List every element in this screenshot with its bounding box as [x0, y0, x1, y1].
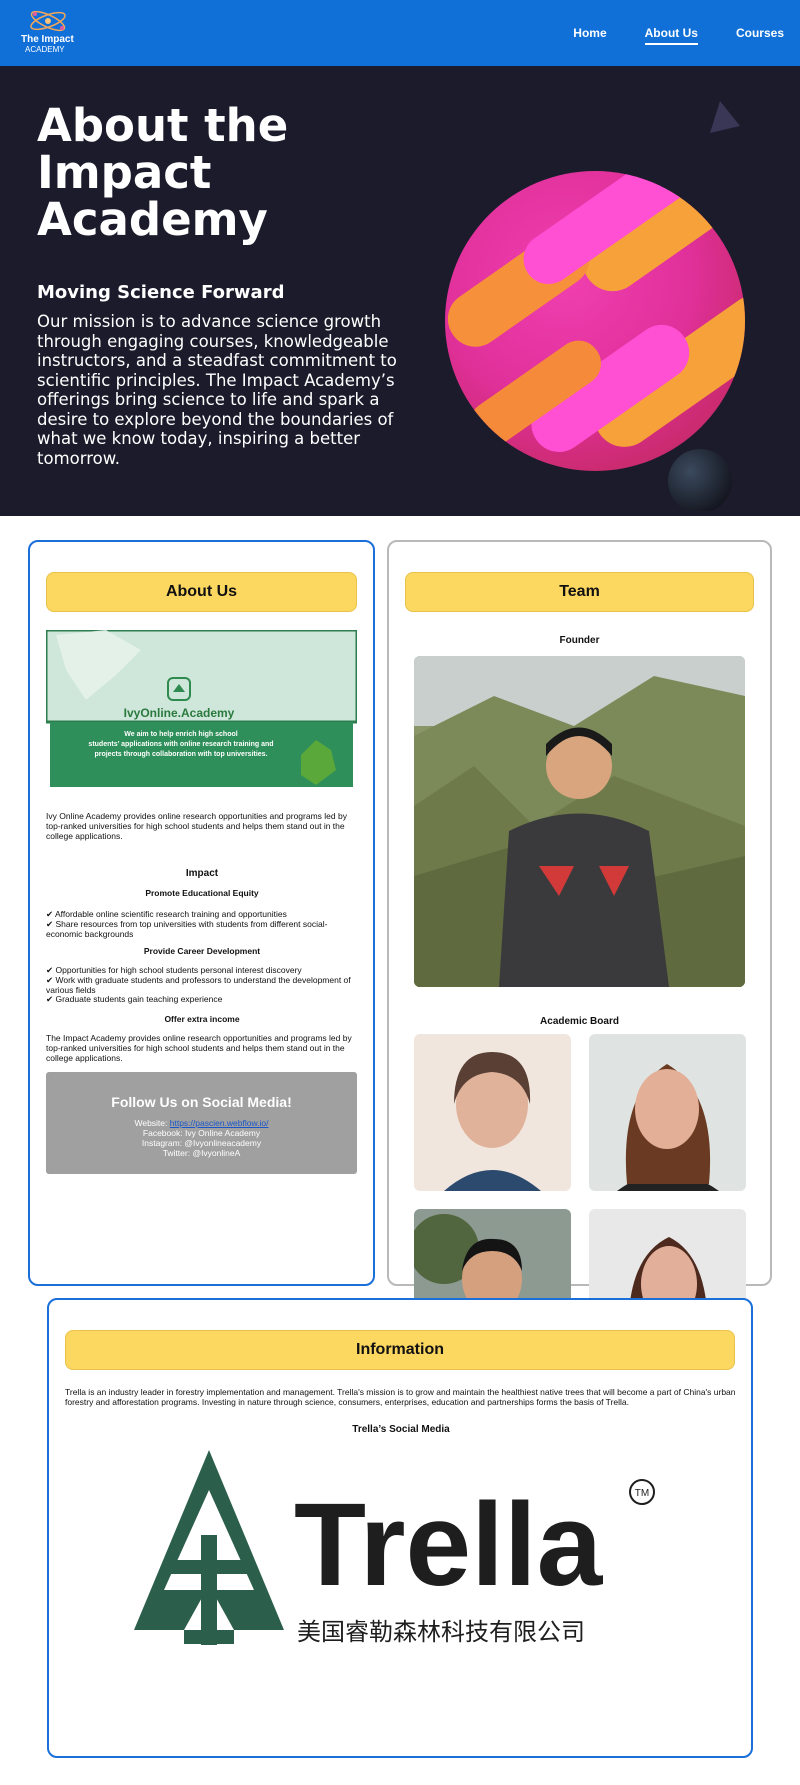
logo-icon	[30, 10, 66, 32]
list-item: ✔ Work with graduate students and profes…	[46, 974, 351, 995]
site-logo[interactable]: The Impact ACADEMY	[18, 8, 78, 56]
team-card: Team Founder Academic Board	[387, 540, 772, 1366]
list-item: ✔ Graduate students gain teaching experi…	[46, 994, 223, 1005]
logo-text-line1: The Impact	[21, 34, 74, 45]
website-line: Website: https://pascien.webflow.io/	[46, 1118, 357, 1128]
about-us-heading: About Us	[46, 572, 357, 612]
about-us-card: About Us IvyOnline.Academy We aim to hel…	[28, 540, 375, 1286]
banner-text-line: students’ applications with online resea…	[88, 741, 273, 748]
nav-link-about-us[interactable]: About Us	[644, 26, 698, 45]
equity-heading: Promote Educational Equity	[145, 888, 259, 898]
social-media-box: Follow Us on Social Media! Website: http…	[46, 1072, 357, 1174]
hero-mission-text: Our mission is to advance science growth…	[37, 312, 397, 468]
list-item: ✔ Share resources from top universities …	[46, 918, 328, 939]
founder-label: Founder	[559, 635, 600, 646]
trella-social-heading: Trella’s Social Media	[352, 1424, 450, 1435]
trella-logo-word: Trella	[294, 1479, 604, 1611]
banner-text-line: projects through collaboration with top …	[94, 751, 267, 758]
hero-title: About the Impact Academy	[37, 99, 289, 246]
about-intro-text: Ivy Online Academy provides online resea…	[46, 811, 347, 841]
board-member-photo-1	[414, 1034, 571, 1191]
website-label: Website:	[134, 1118, 170, 1128]
banner-text-line: We aim to help enrich high school	[124, 731, 237, 738]
website-link[interactable]: https://pascien.webflow.io/	[170, 1118, 269, 1128]
information-section: Information Trella is an industry leader…	[47, 1298, 753, 1758]
nav-links: Home About Us Courses	[535, 26, 784, 45]
banner-brand-text: IvyOnline.Academy	[124, 706, 235, 720]
top-nav: The Impact ACADEMY Home About Us Courses	[0, 0, 800, 66]
twitter-line: Twitter: @IvyonlineA	[162, 1148, 241, 1158]
board-member-photo-2	[589, 1034, 746, 1191]
hero-subtitle: Moving Science Forward	[37, 282, 285, 303]
career-heading: Provide Career Development	[143, 946, 261, 956]
logo-text-line2: ACADEMY	[25, 45, 65, 54]
income-text: The Impact Academy provides online resea…	[46, 1033, 352, 1063]
facebook-line: Facebook: Ivy Online Academy	[142, 1128, 261, 1138]
hero-planet-illustration	[445, 101, 745, 511]
founder-photo	[414, 656, 745, 987]
information-text: Trella is an industry leader in forestry…	[65, 1387, 736, 1407]
impact-heading: Impact	[185, 868, 219, 879]
income-heading: Offer extra income	[164, 1014, 240, 1024]
team-heading: Team	[405, 572, 754, 612]
ivyonline-banner-image: IvyOnline.Academy We aim to help enrich …	[46, 630, 357, 800]
cards-section: About Us IvyOnline.Academy We aim to hel…	[0, 516, 800, 1366]
trella-logo-chinese-text: 美国睿勒森林科技有限公司	[297, 1618, 585, 1646]
academic-board-label: Academic Board	[540, 1016, 619, 1027]
instagram-line: Instagram: @Ivyonlineacademy	[141, 1138, 262, 1148]
equity-list: ✔ Affordable online scientific research …	[46, 909, 358, 939]
information-heading: Information	[65, 1330, 735, 1370]
trademark-icon: TM	[635, 1488, 649, 1499]
trella-logo: Trella TM 美国睿勒森林科技有限公司	[134, 1450, 655, 1646]
hero-section: About the Impact Academy Moving Science …	[0, 66, 800, 516]
follow-title: Follow Us on Social Media!	[111, 1094, 292, 1110]
nav-link-home[interactable]: Home	[573, 26, 606, 45]
nav-link-courses[interactable]: Courses	[736, 26, 784, 45]
career-list: ✔ Opportunities for high school students…	[46, 965, 358, 1005]
